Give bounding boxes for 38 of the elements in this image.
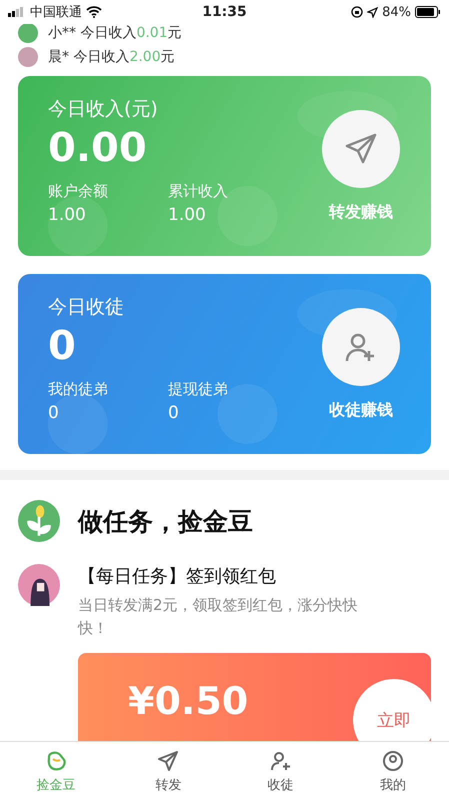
action-label[interactable]: 收徒赚钱 [329,400,393,420]
task-description: 当日转发满2元，领取签到红包，涨分快快快！ [78,595,359,638]
avatar-icon [18,564,60,606]
ticker-text: 小** 今日收入0.01元 [48,24,182,42]
stat-label: 累计收入 [168,182,229,201]
battery-icon [414,6,441,18]
stat-value: 0 [48,403,60,423]
stat-label: 我的徒弟 [48,380,109,399]
avatar-icon [18,24,38,43]
sprout-icon [18,500,60,542]
tab[interactable]: 我的 [336,742,449,800]
tab[interactable]: 捡金豆 [0,742,112,800]
task-title: 【每日任务】签到领红包 [78,565,277,588]
card-title: 今日收入(元) [48,97,159,122]
card-value: 0.00 [48,126,148,170]
wifi-icon [86,6,102,18]
rotation-lock-icon [351,6,364,18]
battery-percent: 84% [382,4,411,20]
stat-value: 0 [168,403,180,423]
stat-label: 提现徒弟 [168,380,229,399]
action-label[interactable]: 转发赚钱 [329,202,393,222]
card-title: 今日收徒 [48,295,125,320]
location-icon [367,6,378,18]
stat-label: 账户余额 [48,182,109,201]
stat-value: 1.00 [168,205,207,225]
carrier-name: 中国联通 [30,4,82,21]
reward-amount: ¥0.50 [128,679,248,723]
tab[interactable]: 收徒 [224,742,337,800]
ticker-text: 晨* 今日收入2.00元 [48,48,175,66]
signal-icon [8,7,26,17]
tab[interactable]: 转发 [112,742,224,800]
avatar-icon [18,47,38,67]
clock-time: 11:35 [202,4,247,20]
stat-value: 1.00 [48,205,87,225]
send-icon [156,748,180,772]
section-title: 做任务，捡金豆 [78,506,253,538]
card-value: 0 [48,324,77,368]
user-icon [380,748,405,772]
